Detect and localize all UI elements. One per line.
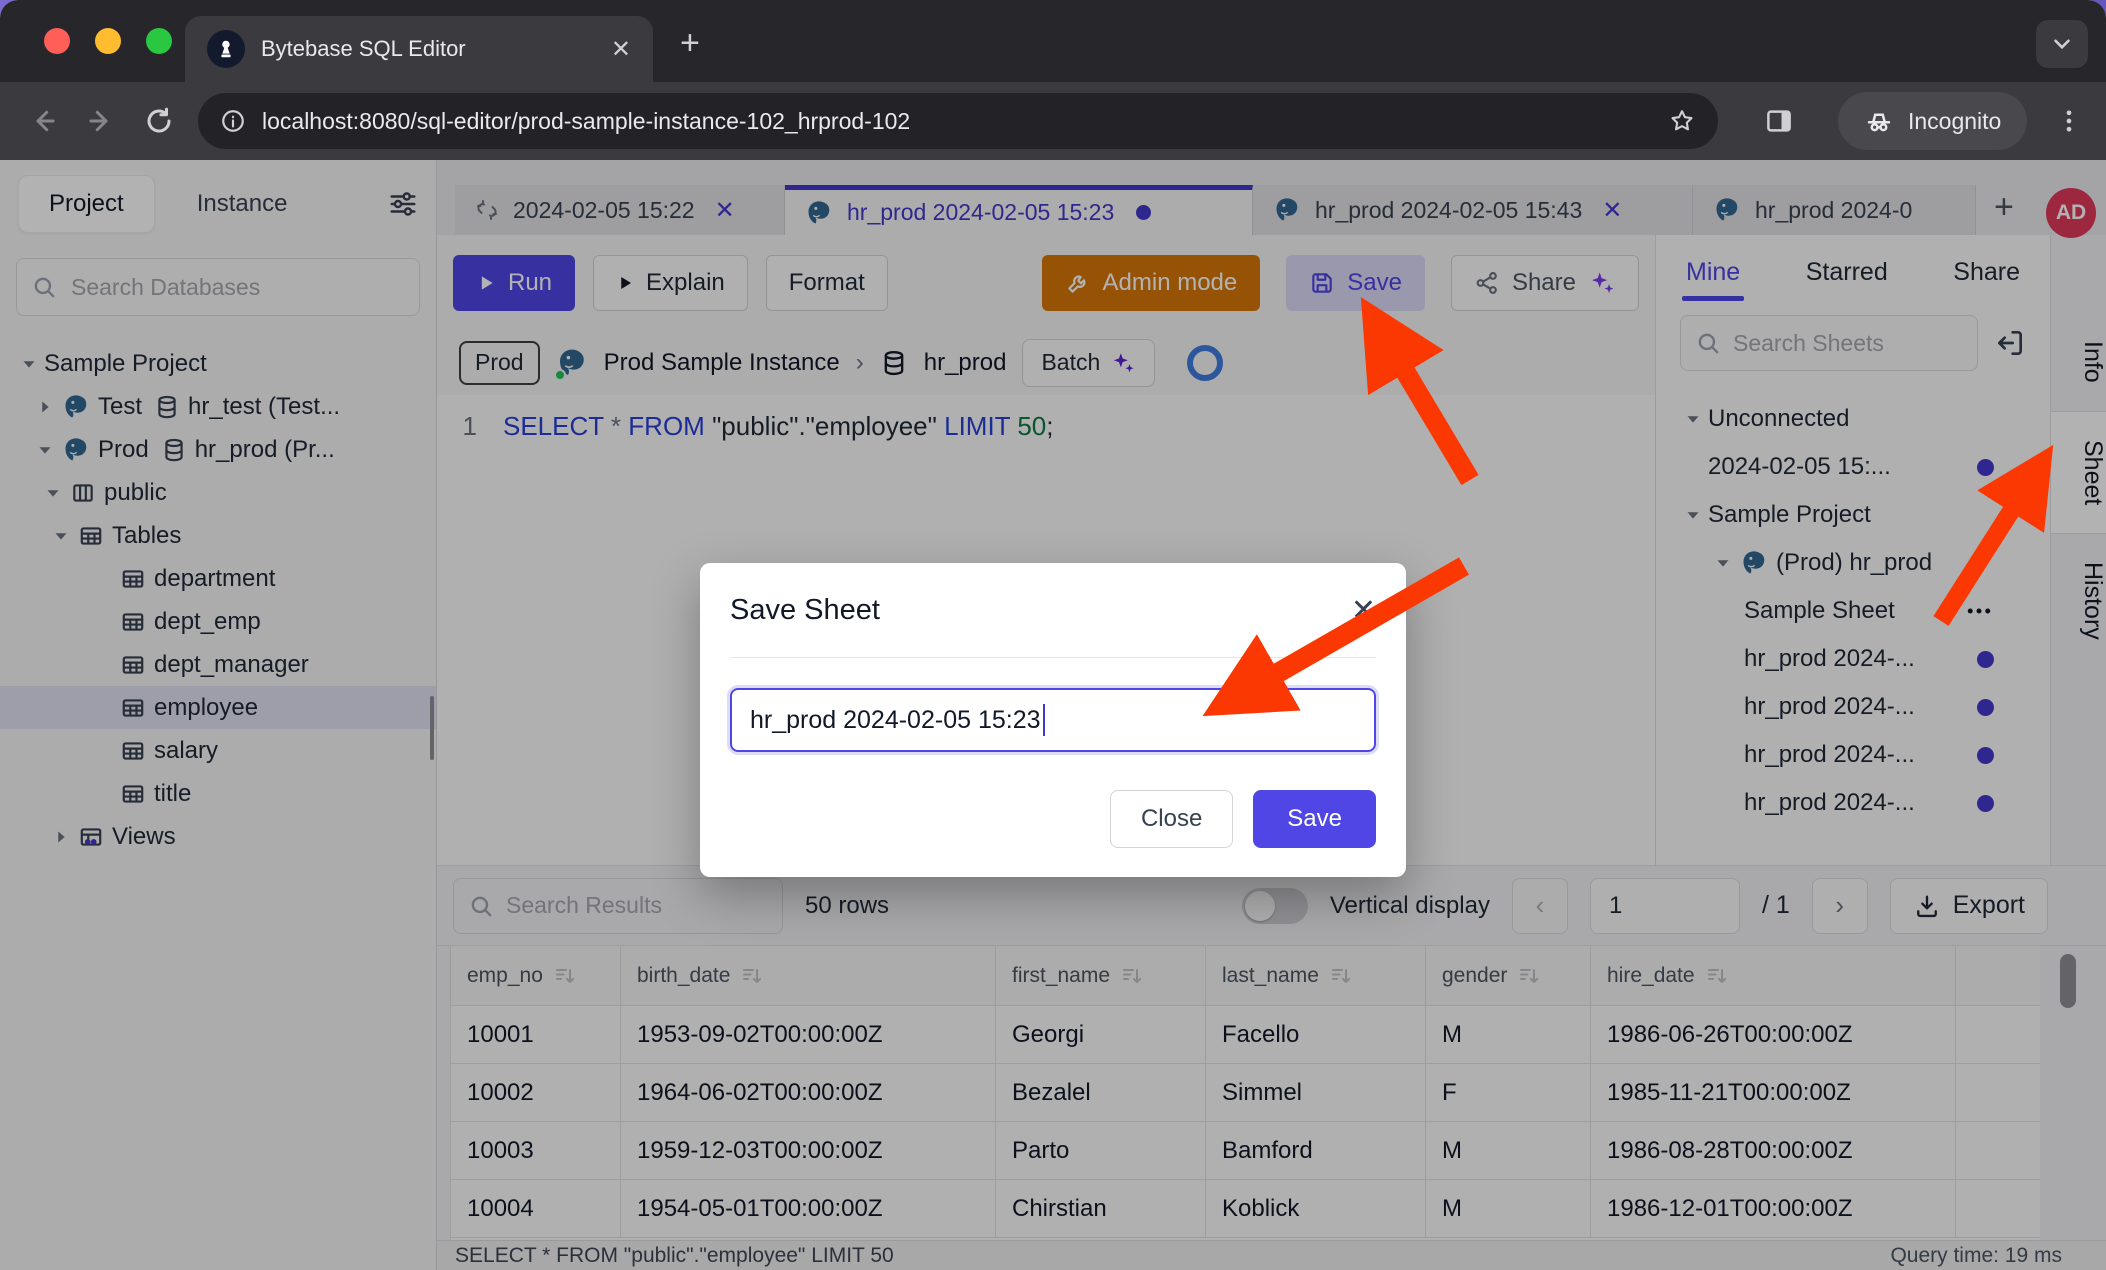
browser-tab[interactable]: Bytebase SQL Editor ✕ xyxy=(185,16,653,82)
sheet-name-value: hr_prod 2024-02-05 15:23 xyxy=(750,706,1041,735)
modal-save-button[interactable]: Save xyxy=(1253,790,1376,848)
screenshot-stage: Bytebase SQL Editor ✕ + localhost xyxy=(0,0,2106,1270)
browser-window: Bytebase SQL Editor ✕ + localhost xyxy=(0,0,2106,1270)
bookmark-star-icon[interactable] xyxy=(1668,107,1696,135)
url-text: localhost:8080/sql-editor/prod-sample-in… xyxy=(262,108,1668,135)
url-bar[interactable]: localhost:8080/sql-editor/prod-sample-in… xyxy=(198,93,1718,149)
browser-chrome: Bytebase SQL Editor ✕ + localhost xyxy=(0,0,2106,160)
window-controls xyxy=(44,28,172,54)
side-panel-icon[interactable] xyxy=(1764,106,1794,136)
modal-header: Save Sheet ✕ xyxy=(730,563,1376,657)
zoom-window-button[interactable] xyxy=(146,28,172,54)
tab-search-button[interactable] xyxy=(2036,20,2088,68)
browser-url-row: localhost:8080/sql-editor/prod-sample-in… xyxy=(0,82,2106,160)
incognito-label: Incognito xyxy=(1908,108,2001,135)
browser-menu-kebab-icon[interactable] xyxy=(2055,107,2083,135)
modal-actions: Close Save xyxy=(730,790,1376,848)
bytebase-favicon-icon xyxy=(207,30,245,68)
reload-icon[interactable] xyxy=(144,106,174,136)
save-sheet-modal: Save Sheet ✕ hr_prod 2024-02-05 15:23 Cl… xyxy=(700,563,1406,877)
new-tab-button[interactable]: + xyxy=(680,26,700,60)
text-cursor xyxy=(1043,704,1045,736)
close-icon[interactable]: ✕ xyxy=(1351,593,1376,628)
modal-close-button[interactable]: Close xyxy=(1110,790,1233,848)
modal-title: Save Sheet xyxy=(730,594,880,627)
site-info-icon[interactable] xyxy=(220,108,246,134)
browser-tab-title: Bytebase SQL Editor xyxy=(261,36,611,62)
tab-close-icon[interactable]: ✕ xyxy=(611,35,631,64)
back-icon[interactable] xyxy=(28,106,58,136)
incognito-badge: Incognito xyxy=(1838,92,2027,150)
forward-icon[interactable] xyxy=(86,106,116,136)
minimize-window-button[interactable] xyxy=(95,28,121,54)
modal-divider xyxy=(730,657,1376,658)
close-window-button[interactable] xyxy=(44,28,70,54)
incognito-icon xyxy=(1864,106,1894,136)
browser-titlebar: Bytebase SQL Editor ✕ + xyxy=(0,0,2106,82)
sheet-name-input[interactable]: hr_prod 2024-02-05 15:23 xyxy=(730,688,1376,752)
